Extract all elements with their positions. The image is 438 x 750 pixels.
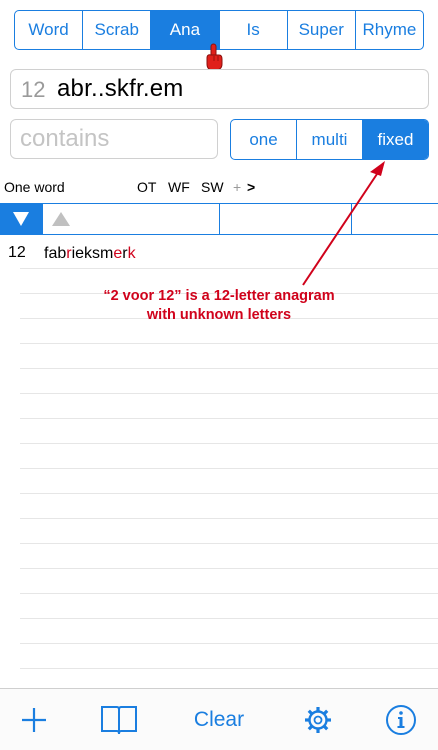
sort-header <box>0 203 438 235</box>
list-item[interactable]: 12 fabrieksmerk <box>0 235 438 269</box>
annotation-line-2: with unknown letters <box>146 307 292 323</box>
pattern-value: abr..skfr.em <box>57 75 184 102</box>
tab-word[interactable]: Word <box>15 11 84 49</box>
annotation-line-1: “2 voor 12” is a 12-letter anagram <box>103 288 335 304</box>
add-button[interactable] <box>16 703 52 737</box>
row-separator <box>20 443 438 444</box>
row-separator <box>20 418 438 419</box>
annotation-arrow <box>302 161 385 286</box>
triangle-down-icon <box>13 212 29 226</box>
tab-super[interactable]: Super <box>288 11 356 49</box>
wf-toggle[interactable]: WF <box>168 179 190 195</box>
result-type-label: One word <box>4 179 65 195</box>
sort-ascending-button[interactable] <box>48 208 74 230</box>
word-segment: ieksm <box>71 245 114 262</box>
info-button[interactable] <box>384 703 418 737</box>
word-segment-highlight: e <box>113 245 123 262</box>
tab-scrab[interactable]: Scrab <box>83 11 152 49</box>
plus-icon <box>22 708 46 732</box>
settings-button[interactable] <box>302 703 334 737</box>
sw-toggle[interactable]: SW <box>201 179 224 195</box>
tab-rhyme[interactable]: Rhyme <box>356 11 423 49</box>
sort-descending-button[interactable] <box>0 204 42 234</box>
pattern-letter-count: 12 <box>21 77 46 102</box>
book-icon <box>101 706 137 735</box>
tab-is[interactable]: Is <box>220 11 288 49</box>
match-one[interactable]: one <box>231 120 297 159</box>
triangle-up-icon <box>52 212 70 226</box>
result-info-row: One word OT WF SW + > <box>0 178 438 198</box>
contains-input[interactable] <box>20 125 210 153</box>
row-separator <box>20 468 438 469</box>
row-separator <box>20 668 438 669</box>
row-separator <box>20 368 438 369</box>
row-separator <box>20 268 438 269</box>
gear-icon <box>305 707 331 733</box>
bottom-toolbar: Clear <box>0 688 438 750</box>
row-separator <box>20 343 438 344</box>
row-separator <box>20 518 438 519</box>
contains-field <box>10 119 218 159</box>
result-word: fabrieksmerk <box>44 245 136 263</box>
column-divider <box>42 204 43 234</box>
row-separator <box>20 393 438 394</box>
dictionary-button[interactable] <box>100 703 138 737</box>
row-separator <box>20 543 438 544</box>
match-segmented-control: one multi fixed <box>230 119 429 160</box>
row-separator <box>20 493 438 494</box>
column-divider <box>219 204 220 234</box>
ot-toggle[interactable]: OT <box>137 179 156 195</box>
row-separator <box>20 593 438 594</box>
pattern-input[interactable]: 12 abr..skfr.em <box>10 69 429 109</box>
match-multi[interactable]: multi <box>297 120 363 159</box>
word-segment: fab <box>44 245 67 262</box>
clear-button[interactable]: Clear <box>184 703 254 737</box>
hand-pointer-icon <box>206 43 223 71</box>
annotation-callout: “2 voor 12” is a 12-letter anagram with … <box>60 287 378 325</box>
word-segment-highlight: k <box>127 245 136 262</box>
row-separator <box>20 643 438 644</box>
plus-label[interactable]: + <box>233 179 241 195</box>
row-separator <box>20 618 438 619</box>
info-icon <box>386 705 416 735</box>
row-separator <box>20 568 438 569</box>
result-letter-count: 12 <box>8 244 26 261</box>
match-fixed[interactable]: fixed <box>363 120 428 159</box>
column-divider <box>351 204 352 234</box>
more-chevron-icon[interactable]: > <box>247 179 255 195</box>
